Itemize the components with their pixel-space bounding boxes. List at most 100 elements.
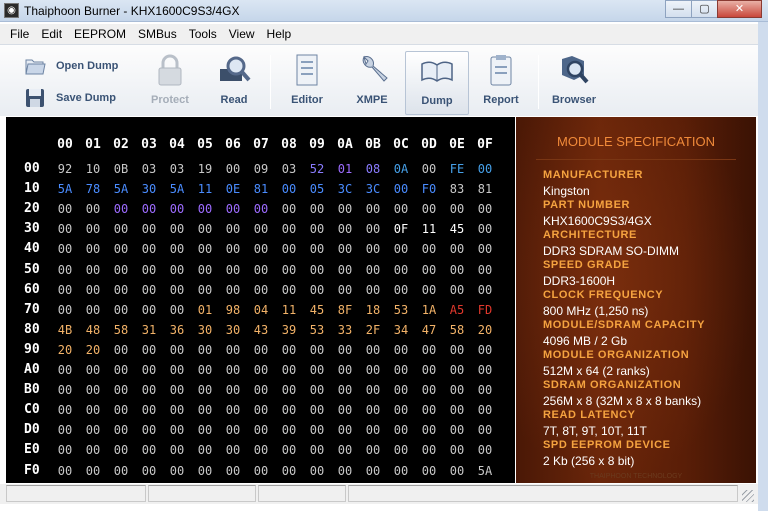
hex-byte-cell[interactable]: 00 xyxy=(191,383,219,397)
hex-byte-cell[interactable]: 83 xyxy=(443,182,471,196)
hex-byte-cell[interactable]: 00 xyxy=(79,383,107,397)
menu-eeprom[interactable]: EEPROM xyxy=(68,27,132,41)
hex-byte-cell[interactable]: F0 xyxy=(415,182,443,196)
hex-byte-cell[interactable]: 00 xyxy=(331,343,359,357)
hex-byte-cell[interactable]: 00 xyxy=(387,363,415,377)
hex-byte-cell[interactable]: 00 xyxy=(359,423,387,437)
hex-byte-cell[interactable]: 00 xyxy=(79,303,107,317)
hex-byte-cell[interactable]: 00 xyxy=(303,343,331,357)
hex-byte-cell[interactable]: 00 xyxy=(79,202,107,216)
hex-byte-cell[interactable]: 00 xyxy=(359,383,387,397)
protect-button[interactable]: Protect xyxy=(138,51,202,115)
hex-byte-cell[interactable]: 78 xyxy=(79,182,107,196)
hex-byte-cell[interactable]: 00 xyxy=(387,263,415,277)
hex-byte-cell[interactable]: 00 xyxy=(191,242,219,256)
hex-byte-cell[interactable]: 00 xyxy=(387,423,415,437)
hex-byte-cell[interactable]: 00 xyxy=(135,423,163,437)
save-dump-button[interactable]: Save Dump xyxy=(24,87,116,109)
hex-byte-cell[interactable]: 20 xyxy=(79,343,107,357)
hex-byte-cell[interactable]: 00 xyxy=(191,363,219,377)
hex-byte-cell[interactable]: 00 xyxy=(191,202,219,216)
hex-byte-cell[interactable]: 00 xyxy=(191,263,219,277)
hex-byte-cell[interactable]: 00 xyxy=(107,242,135,256)
hex-byte-cell[interactable]: 00 xyxy=(191,222,219,236)
hex-byte-cell[interactable]: 10 xyxy=(79,162,107,176)
hex-byte-cell[interactable]: 00 xyxy=(219,464,247,478)
hex-byte-cell[interactable]: 00 xyxy=(135,443,163,457)
hex-byte-cell[interactable]: 00 xyxy=(443,283,471,297)
hex-byte-cell[interactable]: 00 xyxy=(331,222,359,236)
hex-byte-cell[interactable]: 20 xyxy=(51,343,79,357)
editor-button[interactable]: Editor xyxy=(275,51,339,115)
hex-byte-cell[interactable]: 00 xyxy=(163,283,191,297)
hex-byte-cell[interactable]: 00 xyxy=(51,242,79,256)
report-button[interactable]: Report xyxy=(469,51,533,115)
hex-byte-cell[interactable]: 00 xyxy=(107,423,135,437)
hex-byte-cell[interactable]: 00 xyxy=(331,443,359,457)
hex-byte-cell[interactable]: 05 xyxy=(303,182,331,196)
hex-byte-cell[interactable]: 0F xyxy=(387,222,415,236)
hex-byte-cell[interactable]: 00 xyxy=(331,283,359,297)
hex-byte-cell[interactable]: 00 xyxy=(387,464,415,478)
hex-byte-cell[interactable]: 00 xyxy=(79,464,107,478)
hex-byte-cell[interactable]: 20 xyxy=(471,323,499,337)
hex-byte-cell[interactable]: 53 xyxy=(303,323,331,337)
hex-byte-cell[interactable]: 5A xyxy=(107,182,135,196)
hex-byte-cell[interactable]: 30 xyxy=(135,182,163,196)
hex-byte-cell[interactable]: 30 xyxy=(191,323,219,337)
hex-byte-cell[interactable]: 03 xyxy=(135,162,163,176)
hex-byte-cell[interactable]: 5A xyxy=(51,182,79,196)
hex-byte-cell[interactable]: 00 xyxy=(163,242,191,256)
hex-byte-cell[interactable]: 00 xyxy=(247,283,275,297)
hex-byte-cell[interactable]: 1A xyxy=(415,303,443,317)
hex-byte-cell[interactable]: 00 xyxy=(247,343,275,357)
hex-byte-cell[interactable]: 00 xyxy=(51,423,79,437)
hex-byte-cell[interactable]: 00 xyxy=(191,443,219,457)
hex-byte-cell[interactable]: 00 xyxy=(303,222,331,236)
hex-byte-cell[interactable]: 00 xyxy=(247,403,275,417)
hex-byte-cell[interactable]: 00 xyxy=(387,182,415,196)
hex-byte-cell[interactable]: 00 xyxy=(331,423,359,437)
hex-byte-cell[interactable]: 00 xyxy=(107,343,135,357)
hex-byte-cell[interactable]: 0E xyxy=(219,182,247,196)
hex-byte-cell[interactable]: 11 xyxy=(275,303,303,317)
hex-byte-cell[interactable]: 00 xyxy=(443,363,471,377)
maximize-button[interactable]: ▢ xyxy=(691,0,718,18)
hex-byte-cell[interactable]: 81 xyxy=(247,182,275,196)
hex-byte-cell[interactable]: 00 xyxy=(135,283,163,297)
hex-byte-cell[interactable]: 00 xyxy=(51,263,79,277)
hex-byte-cell[interactable]: 00 xyxy=(443,423,471,437)
hex-byte-cell[interactable]: 00 xyxy=(163,202,191,216)
open-dump-button[interactable]: Open Dump xyxy=(24,55,118,77)
hex-byte-cell[interactable]: 00 xyxy=(163,222,191,236)
hex-byte-cell[interactable]: 01 xyxy=(191,303,219,317)
hex-byte-cell[interactable]: 00 xyxy=(471,443,499,457)
hex-byte-cell[interactable]: 11 xyxy=(191,182,219,196)
hex-byte-cell[interactable]: 3C xyxy=(331,182,359,196)
hex-byte-cell[interactable]: 00 xyxy=(471,383,499,397)
hex-byte-cell[interactable]: 00 xyxy=(275,343,303,357)
hex-byte-cell[interactable]: 00 xyxy=(51,443,79,457)
hex-byte-cell[interactable]: 00 xyxy=(191,464,219,478)
hex-byte-cell[interactable]: 00 xyxy=(219,423,247,437)
hex-byte-cell[interactable]: 00 xyxy=(219,162,247,176)
hex-byte-cell[interactable]: 00 xyxy=(135,363,163,377)
hex-byte-cell[interactable]: 00 xyxy=(359,242,387,256)
hex-byte-cell[interactable]: 00 xyxy=(415,464,443,478)
hex-byte-cell[interactable]: 00 xyxy=(219,403,247,417)
hex-byte-cell[interactable]: 39 xyxy=(275,323,303,337)
hex-byte-cell[interactable]: 00 xyxy=(107,464,135,478)
hex-byte-cell[interactable]: 19 xyxy=(191,162,219,176)
hex-byte-cell[interactable]: 00 xyxy=(303,263,331,277)
hex-byte-cell[interactable]: 00 xyxy=(247,383,275,397)
hex-byte-cell[interactable]: 00 xyxy=(387,343,415,357)
menu-file[interactable]: File xyxy=(4,27,35,41)
hex-byte-cell[interactable]: 00 xyxy=(331,263,359,277)
hex-byte-cell[interactable]: 00 xyxy=(135,464,163,478)
hex-byte-cell[interactable]: 00 xyxy=(415,263,443,277)
hex-byte-cell[interactable]: 00 xyxy=(135,343,163,357)
hex-byte-cell[interactable]: 00 xyxy=(275,283,303,297)
hex-byte-cell[interactable]: 00 xyxy=(135,303,163,317)
hex-byte-cell[interactable]: 00 xyxy=(191,423,219,437)
hex-byte-cell[interactable]: 00 xyxy=(219,343,247,357)
